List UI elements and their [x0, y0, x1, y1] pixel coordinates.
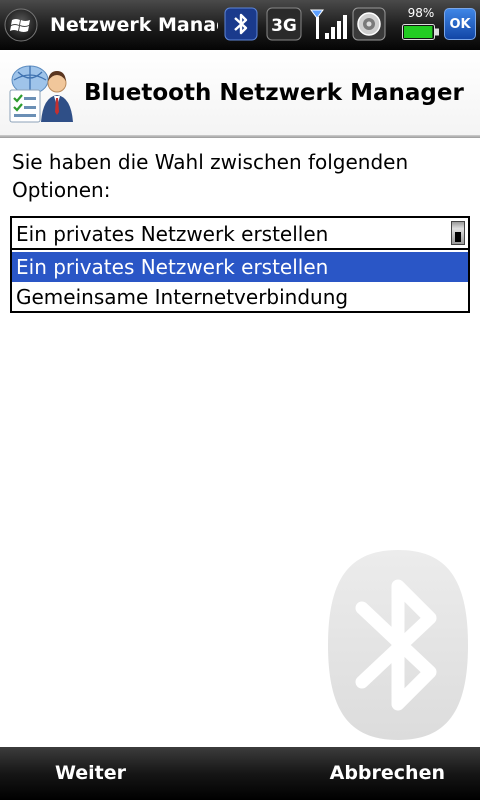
- signal-strength-icon[interactable]: [308, 7, 348, 43]
- network-option-dropdown[interactable]: Ein privates Netzwerk erstellen: [10, 216, 470, 250]
- option-private-network[interactable]: Ein privates Netzwerk erstellen: [12, 252, 468, 282]
- bluetooth-watermark-icon: [326, 548, 470, 742]
- windows-start-icon[interactable]: [4, 8, 38, 42]
- next-softkey[interactable]: Weiter: [55, 747, 126, 800]
- app-title[interactable]: Netzwerk Manager: [50, 12, 218, 38]
- network-type-label: 3G: [271, 16, 297, 36]
- 3g-icon[interactable]: 3G: [266, 7, 302, 41]
- options-prompt: Sie haben die Wahl zwischen folgenden Op…: [12, 150, 409, 202]
- dropdown-arrow-icon[interactable]: [451, 221, 465, 245]
- page-header: Bluetooth Netzwerk Manager: [0, 50, 480, 136]
- header-divider: [0, 135, 480, 138]
- softkey-bar: Weiter Abbrechen: [0, 747, 480, 800]
- page-title: Bluetooth Netzwerk Manager: [84, 80, 464, 106]
- network-manager-icon: [8, 60, 74, 126]
- bluetooth-icon[interactable]: [224, 7, 258, 41]
- battery-percent: 98%: [407, 6, 435, 20]
- option-internet-sharing[interactable]: Gemeinsame Internetverbindung: [12, 282, 468, 312]
- speaker-icon[interactable]: [352, 7, 386, 41]
- ok-button[interactable]: OK: [444, 8, 476, 40]
- battery-icon[interactable]: [402, 22, 440, 42]
- cancel-softkey[interactable]: Abbrechen: [330, 747, 445, 800]
- dropdown-option-list: Ein privates Netzwerk erstellen Gemeinsa…: [10, 250, 470, 313]
- dropdown-selected-value[interactable]: Ein privates Netzwerk erstellen: [16, 220, 328, 248]
- battery-fill: [404, 26, 433, 38]
- title-bar: Netzwerk Manager 3G 98%: [0, 0, 480, 50]
